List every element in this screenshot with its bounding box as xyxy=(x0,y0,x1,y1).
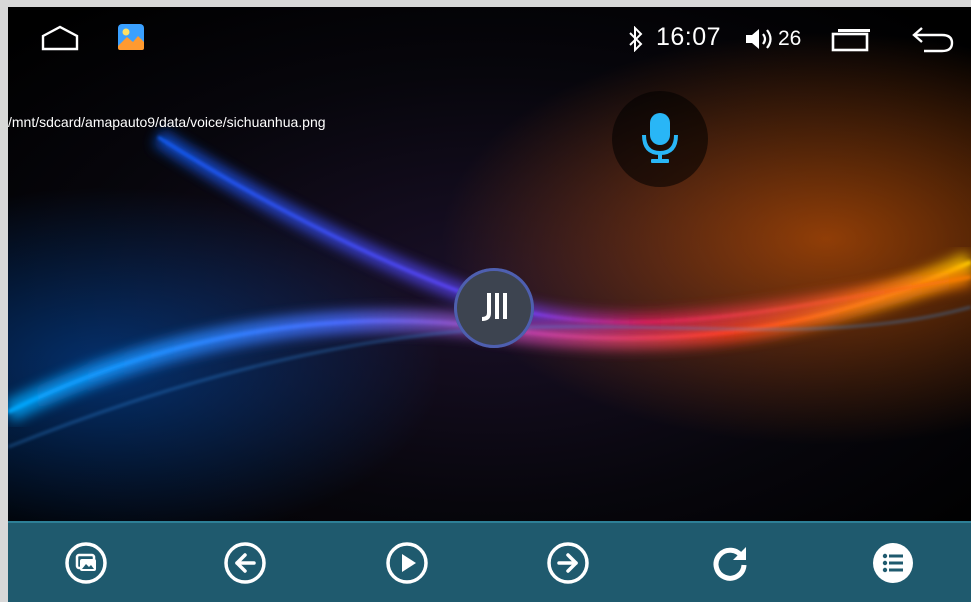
volume-level: 26 xyxy=(778,27,802,50)
clock: 16:07 xyxy=(656,23,722,51)
play-icon xyxy=(385,541,429,590)
wallpaper-image xyxy=(8,7,971,522)
volume-icon[interactable] xyxy=(743,26,777,57)
list-button[interactable] xyxy=(871,541,915,590)
rotate-button[interactable] xyxy=(708,543,752,587)
microphone-icon xyxy=(638,109,682,170)
previous-button[interactable] xyxy=(223,541,267,590)
brand-logo-icon xyxy=(474,289,514,328)
file-path-label: /mnt/sdcard/amapauto9/data/voice/sichuan… xyxy=(8,114,326,130)
bluetooth-icon xyxy=(626,25,646,57)
play-button[interactable] xyxy=(385,541,429,590)
slideshow-icon xyxy=(64,541,108,590)
rotate-icon xyxy=(708,541,752,590)
screen: 16:07 26 /mnt/sdcard/amapauto9/data/voic… xyxy=(8,7,971,602)
back-icon[interactable] xyxy=(910,24,956,59)
gallery-app-icon[interactable] xyxy=(116,22,146,57)
next-icon xyxy=(546,541,590,590)
home-icon[interactable] xyxy=(38,23,82,58)
floating-assistant-button[interactable] xyxy=(454,268,534,348)
voice-assistant-button[interactable] xyxy=(612,91,708,187)
next-button[interactable] xyxy=(546,541,590,590)
previous-icon xyxy=(223,541,267,590)
status-bar: 16:07 26 xyxy=(8,7,971,69)
slideshow-button[interactable] xyxy=(64,541,108,590)
recent-apps-icon[interactable] xyxy=(828,26,876,57)
viewer-toolbar xyxy=(8,521,971,602)
list-icon xyxy=(871,541,915,590)
